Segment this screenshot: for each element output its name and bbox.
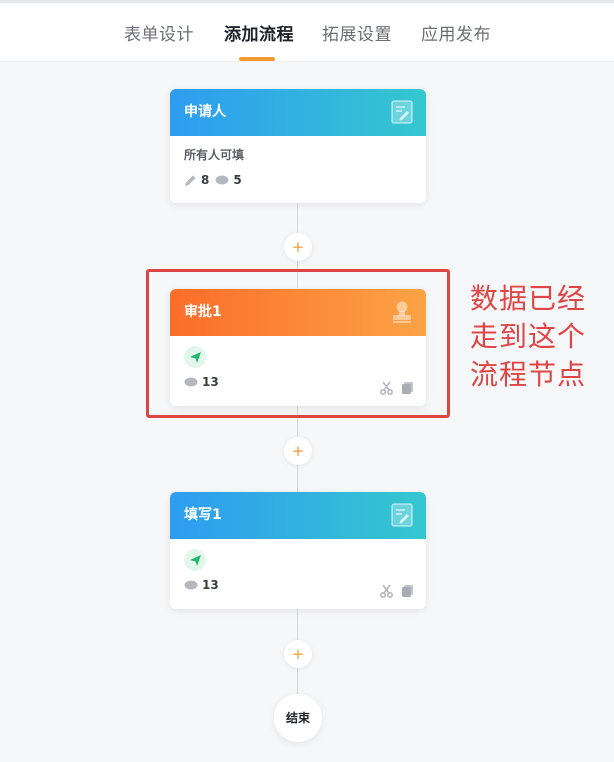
view-stat: 13 bbox=[184, 578, 219, 592]
node-applicant[interactable]: 申请人 所有人可填 8 5 bbox=[170, 89, 426, 203]
scissors-icon[interactable] bbox=[380, 584, 393, 598]
view-count: 13 bbox=[202, 578, 219, 592]
add-node-button[interactable]: + bbox=[284, 233, 312, 261]
tab-extend-settings[interactable]: 拓展设置 bbox=[322, 20, 392, 45]
top-nav: 表单设计 添加流程 拓展设置 应用发布 bbox=[0, 0, 614, 62]
eye-icon bbox=[215, 175, 229, 185]
pencil-icon bbox=[185, 175, 196, 186]
tab-app-publish[interactable]: 应用发布 bbox=[421, 20, 491, 45]
view-count: 5 bbox=[233, 173, 242, 187]
send-status bbox=[184, 549, 206, 571]
node-header: 申请人 bbox=[170, 89, 426, 136]
tab-form-design[interactable]: 表单设计 bbox=[124, 20, 194, 45]
annotation-line: 数据已经 bbox=[470, 282, 587, 315]
tab-add-process[interactable]: 添加流程 bbox=[224, 20, 294, 45]
add-node-button[interactable]: + bbox=[284, 640, 312, 668]
active-tab-indicator bbox=[239, 57, 275, 61]
node-tools bbox=[372, 584, 414, 598]
annotation-text: 数据已经 走到这个 流程节点 bbox=[470, 280, 610, 394]
node-body: 所有人可填 8 5 bbox=[170, 136, 426, 197]
node-fill-1[interactable]: 填写1 13 bbox=[170, 492, 426, 609]
annotation-line: 走到这个 bbox=[470, 320, 587, 353]
paper-plane-icon bbox=[189, 554, 201, 566]
end-node: 结束 bbox=[274, 694, 322, 742]
node-stats: 8 5 bbox=[184, 173, 412, 187]
eye-icon bbox=[184, 580, 198, 590]
node-title: 填写1 bbox=[184, 507, 222, 523]
top-edge bbox=[0, 0, 614, 3]
edit-stat: 8 bbox=[184, 173, 209, 187]
add-node-button[interactable]: + bbox=[284, 437, 312, 465]
form-icon bbox=[391, 503, 413, 527]
highlight-box bbox=[146, 269, 450, 418]
annotation-line: 流程节点 bbox=[470, 358, 587, 391]
node-header: 填写1 bbox=[170, 492, 426, 539]
node-title: 申请人 bbox=[184, 104, 226, 120]
form-icon bbox=[391, 100, 413, 124]
node-subtitle: 所有人可填 bbox=[184, 148, 245, 162]
view-stat: 5 bbox=[215, 173, 242, 187]
edit-count: 8 bbox=[201, 173, 210, 187]
copy-icon[interactable] bbox=[401, 584, 414, 598]
node-body: 13 bbox=[170, 539, 426, 609]
